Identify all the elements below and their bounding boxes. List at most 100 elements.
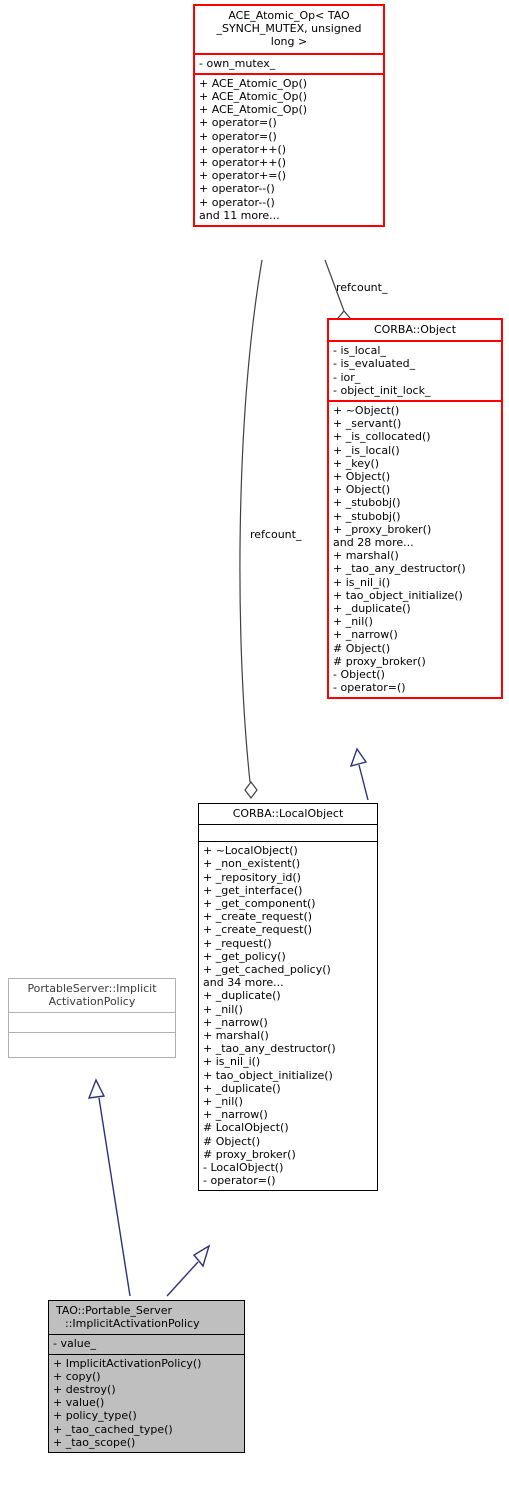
class-attributes-tao-portable-server-implicitactivationpolicy: - value_ — [49, 1335, 244, 1355]
class-member-row: # proxy_broker() — [203, 1147, 296, 1161]
class-member-row: + _stubobj() — [333, 509, 401, 523]
class-member-row: + operator++() — [199, 156, 287, 170]
class-member-row: + _nil() — [203, 1002, 243, 1016]
class-member-row: PortableServer::Implicit — [27, 982, 157, 995]
class-member-row: # Object() — [333, 641, 391, 655]
class-member-row: + ImplicitActivationPolicy() — [53, 1356, 202, 1370]
class-member-row: and 11 more... — [199, 208, 280, 222]
edge-tao-iap-inherits-ps-iap — [98, 1097, 131, 1297]
inheritance-arrow-corbaobject — [349, 747, 368, 768]
class-member-row: + _duplicate() — [203, 989, 281, 1003]
class-member-row: + value() — [53, 1396, 105, 1410]
class-member-row: + _tao_any_destructor() — [333, 562, 466, 576]
class-member-row: + _get_component() — [203, 897, 316, 911]
class-box-tao-portable-server-implicitactivationpolicy[interactable]: TAO::Portable_Server::ImplicitActivation… — [48, 1300, 245, 1454]
class-member-row: - value_ — [53, 1337, 97, 1351]
class-attributes-corba-object: - is_local_ - is_evaluated_ - ior_ - object… — [329, 342, 501, 403]
class-member-row: + operator=() — [199, 116, 277, 130]
class-member-row: - operator=() — [333, 681, 406, 695]
class-member-row: + operator--() — [199, 182, 275, 196]
inheritance-arrow-ps-iap — [87, 1078, 106, 1099]
class-member-row: + tao_object_initialize() — [333, 588, 463, 602]
class-member-row: + marshal() — [333, 549, 399, 563]
class-member-row: + tao_object_initialize() — [203, 1068, 333, 1082]
class-member-row: + _tao_cached_type() — [53, 1422, 173, 1436]
class-member-row: - ior_ — [333, 370, 361, 384]
class-member-row: CORBA::Object — [373, 323, 457, 336]
class-member-row: and 34 more... — [203, 976, 284, 990]
class-title-portableserver-implicitactivationpolicy: PortableServer::Implicit ActivationPolicy — [9, 979, 175, 1014]
class-member-row: + _repository_id() — [203, 870, 301, 884]
class-member-row: + _get_cached_policy() — [203, 963, 331, 977]
edge-label-refcount-object: refcount_ — [336, 281, 388, 294]
class-title-corba-object: CORBA::Object — [329, 320, 501, 343]
class-member-row: + is_nil_i() — [333, 575, 391, 589]
class-member-row: # LocalObject() — [203, 1121, 289, 1135]
inheritance-arrow-corbalocalobject — [192, 1244, 211, 1268]
class-member-row: _SYNCH_MUTEX, unsigned — [216, 22, 362, 36]
class-operations-tao-portable-server-implicitactivationpolicy: + ImplicitActivationPolicy() + copy() + de… — [49, 1355, 244, 1452]
class-member-row: + marshal() — [203, 1029, 269, 1043]
class-member-row: + _get_interface() — [203, 883, 303, 897]
class-member-row: + ACE_Atomic_Op() — [199, 90, 308, 104]
class-box-corba-localobject[interactable]: CORBA::LocalObject + ~LocalObject() + _no… — [198, 803, 378, 1192]
aggregation-diamond-corbalocalobject — [244, 781, 258, 799]
class-member-row: - own_mutex_ — [199, 56, 276, 70]
class-member-row: + operator++() — [199, 142, 287, 156]
class-member-row: + destroy() — [53, 1383, 116, 1397]
class-member-row: + ACE_Atomic_Op() — [199, 103, 308, 117]
class-member-row: + _key() — [333, 456, 380, 470]
class-box-corba-object[interactable]: CORBA::Object - is_local_ - is_evaluated_… — [327, 318, 503, 700]
edge-label-refcount-localobject: refcount_ — [250, 528, 302, 541]
class-title-ace-atomic-op: ACE_Atomic_Op< TAO _SYNCH_MUTEX, unsigned… — [195, 6, 383, 55]
class-member-row: + _nil() — [333, 615, 373, 629]
class-box-portableserver-implicitactivationpolicy[interactable]: PortableServer::Implicit ActivationPolicy — [8, 978, 176, 1059]
class-member-row: + _get_policy() — [203, 949, 286, 963]
class-operations-corba-localobject: + ~LocalObject() + _non_existent() + _repo… — [199, 842, 377, 1190]
edge-aceatomicop-to-corbalocalobject — [239, 259, 263, 783]
class-title-tao-portable-server-implicitactivationpolicy: TAO::Portable_Server::ImplicitActivation… — [49, 1301, 244, 1336]
class-member-row: + _request() — [203, 936, 272, 950]
class-member-row: ::ImplicitActivationPolicy — [65, 1317, 200, 1331]
class-member-row: + ACE_Atomic_Op() — [199, 76, 308, 90]
class-member-row: - Object() — [333, 668, 385, 682]
class-box-ace-atomic-op[interactable]: ACE_Atomic_Op< TAO _SYNCH_MUTEX, unsigned… — [193, 4, 385, 228]
class-member-row: + is_nil_i() — [203, 1055, 261, 1069]
class-member-row: + _tao_scope() — [53, 1435, 136, 1449]
class-attributes-ace-atomic-op: - own_mutex_ — [195, 55, 383, 75]
class-member-row: + _duplicate() — [203, 1081, 281, 1095]
edge-localobject-inherits-object — [358, 764, 369, 801]
class-member-row: # Object() — [203, 1134, 261, 1148]
class-member-row: # proxy_broker() — [333, 654, 426, 668]
class-member-row: + operator+=() — [199, 169, 287, 183]
class-member-row: + Object() — [333, 470, 391, 484]
class-operations-corba-object: + ~Object() + _servant() + _is_collocated(… — [329, 402, 501, 697]
class-member-row: TAO::Portable_Server — [56, 1304, 172, 1317]
class-member-row: + _create_request() — [203, 910, 313, 924]
class-member-row: + _narrow() — [203, 1108, 268, 1122]
edge-tao-iap-inherits-localobject — [166, 1261, 199, 1297]
class-member-row: + policy_type() — [53, 1409, 137, 1423]
class-member-row: - object_init_lock_ — [333, 383, 431, 397]
class-member-row: + _stubobj() — [333, 496, 401, 510]
class-operations-portableserver-implicitactivationpolicy — [9, 1033, 175, 1057]
class-member-row: + _create_request() — [203, 923, 313, 937]
class-member-row: - LocalObject() — [203, 1161, 284, 1175]
class-member-row: + copy() — [53, 1369, 101, 1383]
class-member-row: + _is_local() — [333, 443, 400, 457]
class-member-row: - is_local_ — [333, 344, 386, 358]
class-member-row: ActivationPolicy — [48, 995, 136, 1009]
class-member-row: - operator=() — [203, 1174, 276, 1188]
class-operations-ace-atomic-op: + ACE_Atomic_Op() + ACE_Atomic_Op() + ACE_… — [195, 75, 383, 225]
class-member-row: - is_evaluated_ — [333, 357, 416, 371]
class-member-row: + _nil() — [203, 1095, 243, 1109]
class-member-row: + _servant() — [333, 417, 402, 431]
class-member-row: + _non_existent() — [203, 857, 301, 871]
class-member-row: + _narrow() — [333, 628, 398, 642]
class-member-row: + Object() — [333, 483, 391, 497]
class-member-row: + _duplicate() — [333, 602, 411, 616]
class-attributes-portableserver-implicitactivationpolicy — [9, 1013, 175, 1034]
class-title-corba-localobject: CORBA::LocalObject — [199, 804, 377, 826]
class-member-row: + operator--() — [199, 195, 275, 209]
class-member-row: + _is_collocated() — [333, 430, 431, 444]
